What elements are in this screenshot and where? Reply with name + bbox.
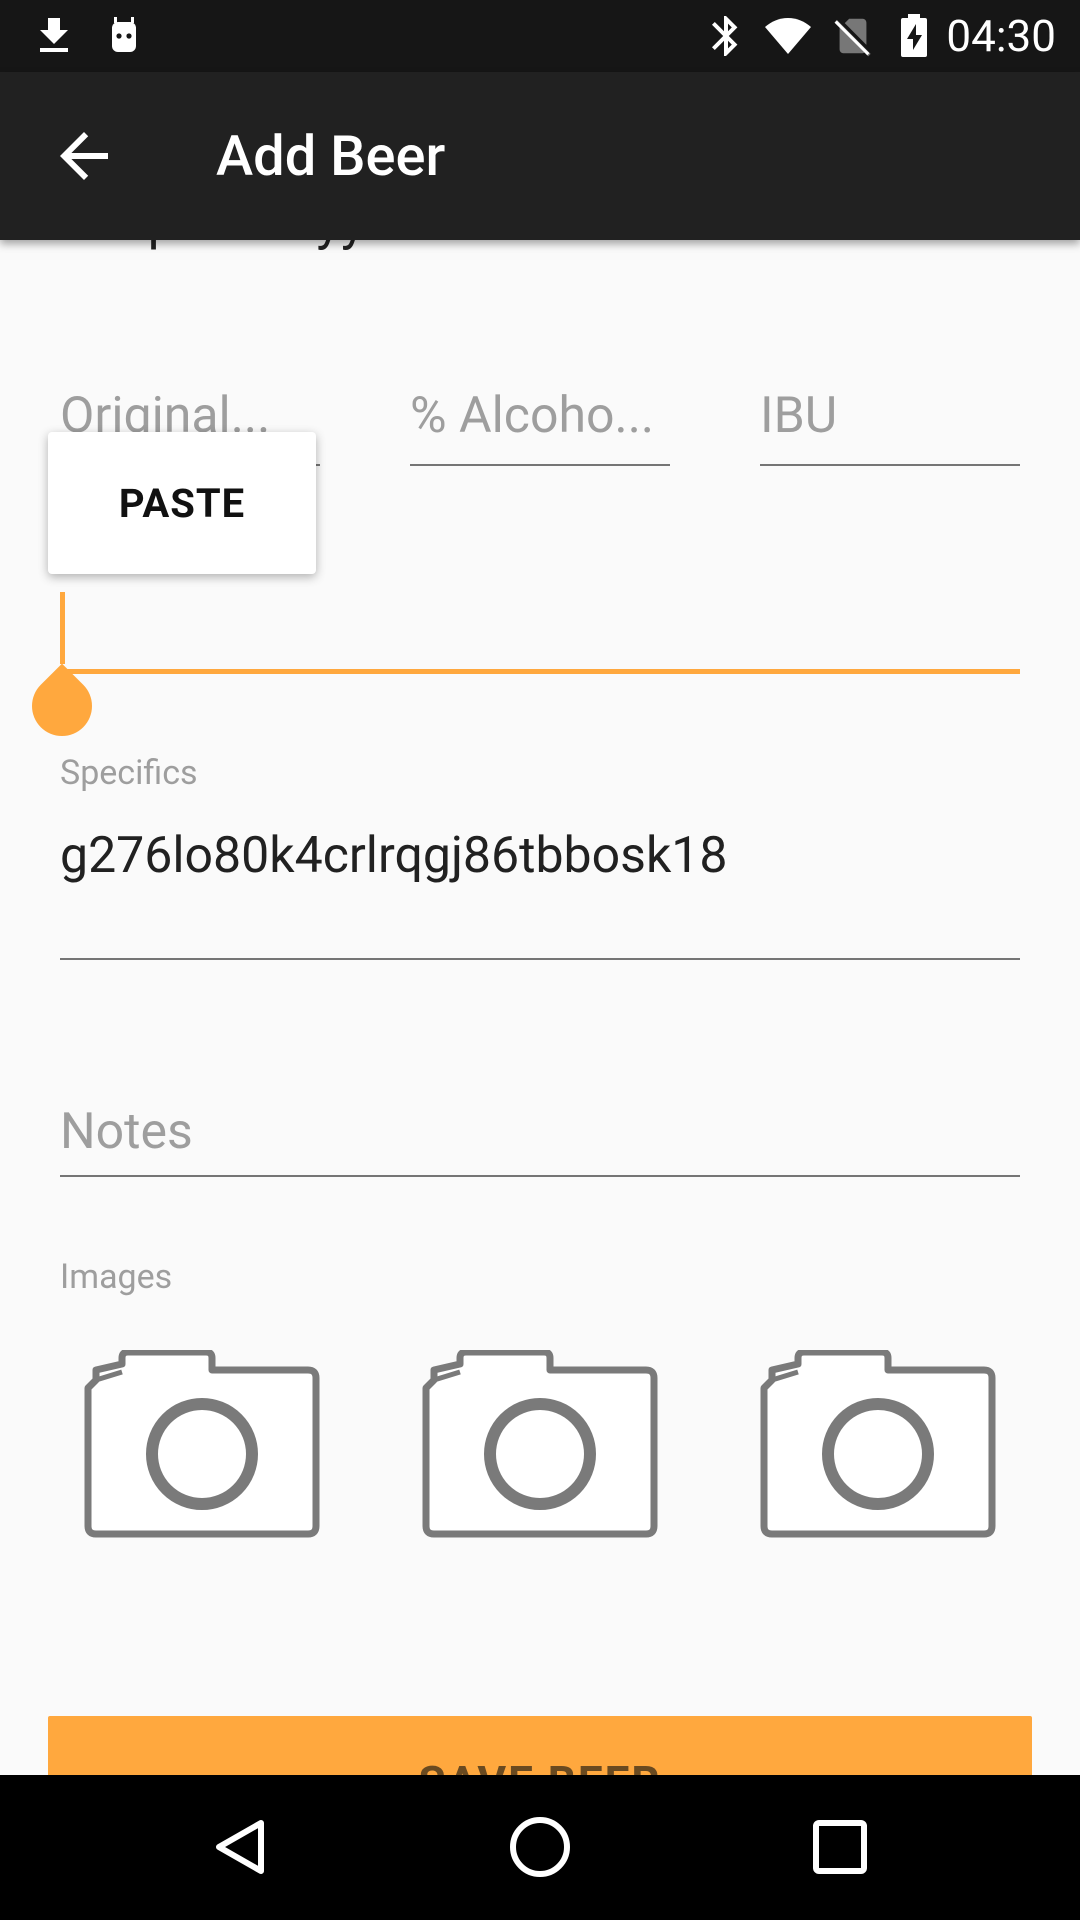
alcohol-underline: [410, 464, 670, 466]
paste-popup[interactable]: PASTE: [48, 432, 316, 574]
focused-underline: [60, 669, 1020, 674]
status-bar: 04:30: [0, 0, 1080, 72]
wifi-icon: [765, 18, 811, 54]
notes-underline: [60, 1175, 1020, 1177]
paste-button[interactable]: PASTE: [119, 480, 245, 527]
ibu-underline: [760, 464, 1020, 466]
add-beer-form: 588p04wi4yy Original... % Alcoho... IBU …: [0, 240, 1080, 1775]
nav-back-icon[interactable]: [204, 1811, 276, 1883]
notes-input[interactable]: Notes: [60, 1102, 193, 1162]
ibu-field[interactable]: IBU: [760, 386, 1020, 466]
download-icon: [40, 18, 68, 52]
bluetooth-icon: [712, 16, 738, 56]
arrow-back-icon[interactable]: [48, 120, 120, 192]
ibu-hint: IBU: [760, 387, 838, 445]
camera-icon[interactable]: [82, 1350, 322, 1540]
nav-home-icon[interactable]: [504, 1811, 576, 1883]
alcohol-field[interactable]: % Alcoho...: [410, 386, 670, 466]
images-label: Images: [60, 1257, 173, 1297]
camera-icon[interactable]: [420, 1350, 660, 1540]
page-title: Add Beer: [216, 123, 446, 189]
android-icon: [112, 17, 136, 52]
nav-recents-icon[interactable]: [804, 1811, 876, 1883]
specifics-input[interactable]: g276lo80k4crlrqgj86tbbosk18: [60, 826, 727, 886]
no-sim-icon: [834, 18, 871, 57]
focused-text-field[interactable]: [60, 592, 1020, 684]
specifics-label: Specifics: [60, 753, 198, 793]
save-beer-label: SAVE BEER: [418, 1756, 661, 1775]
alcohol-hint: % Alcoho...: [410, 387, 655, 445]
camera-icon[interactable]: [758, 1350, 998, 1540]
specifics-underline: [60, 958, 1020, 960]
battery-charging-icon: [901, 14, 927, 57]
app-bar: Add Beer: [0, 72, 1080, 240]
text-cursor: [60, 592, 65, 664]
save-beer-button[interactable]: SAVE BEER: [48, 1716, 1032, 1775]
status-time: 04:30: [946, 10, 1056, 62]
previous-field-value[interactable]: 588p04wi4yy: [60, 240, 365, 262]
navigation-bar: [0, 1775, 1080, 1920]
